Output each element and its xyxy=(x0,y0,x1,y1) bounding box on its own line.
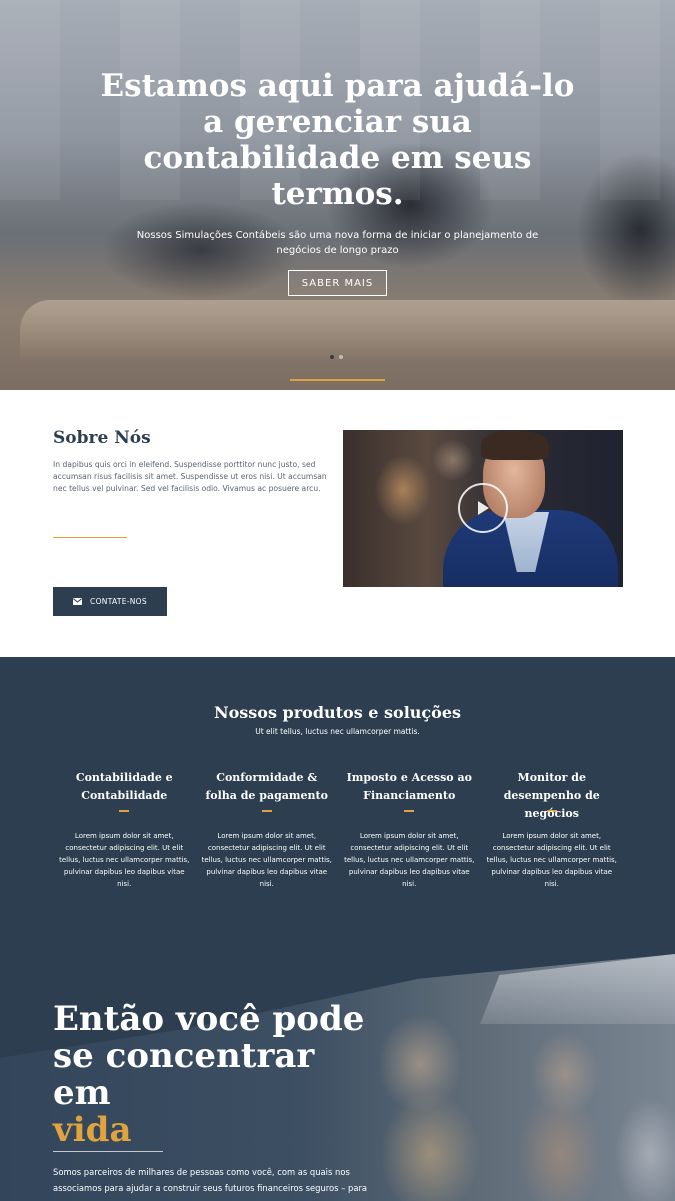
contact-us-label: CONTATE-NOS xyxy=(90,597,147,606)
product-card: Monitor de desempenho de negócios Lorem … xyxy=(481,769,624,890)
video-person-hair xyxy=(481,430,549,460)
product-title: Contabilidade e Contabilidade xyxy=(75,771,173,802)
product-accent-line xyxy=(119,810,130,812)
products-title: Nossos produtos e soluções xyxy=(213,703,462,722)
focus-title: Então você pode se concentrar em vida xyxy=(53,1001,383,1149)
hero-accent-line xyxy=(290,379,385,381)
focus-section: Então você pode se concentrar em vida So… xyxy=(0,954,675,1201)
product-text: Lorem ipsum dolor sit amet, consectetur … xyxy=(344,831,475,888)
product-accent-line xyxy=(404,810,415,812)
product-card: Imposto e Acesso ao Financiamento Lorem … xyxy=(338,769,481,890)
about-video[interactable] xyxy=(343,430,623,587)
hero-title: Estamos aqui para ajudá-lo a gerenciar s… xyxy=(100,68,575,212)
focus-text: Somos parceiros de milhares de pessoas c… xyxy=(53,1167,368,1193)
focus-divider xyxy=(53,1151,163,1152)
focus-title-main: Então você pode se concentrar em xyxy=(53,999,365,1113)
product-accent-line xyxy=(261,810,272,812)
slider-dots xyxy=(330,355,343,359)
about-section: Sobre Nós In dapibus quis orci in eleife… xyxy=(0,390,675,657)
hero-subtitle: Nossos Simulações Contábeis são uma nova… xyxy=(136,230,539,256)
product-title: Monitor de desempenho de negócios xyxy=(503,771,600,820)
mail-icon xyxy=(73,598,83,605)
about-title: Sobre Nós xyxy=(53,428,151,448)
product-text: Lorem ipsum dolor sit amet, consectetur … xyxy=(59,831,190,888)
product-text: Lorem ipsum dolor sit amet, consectetur … xyxy=(486,831,617,888)
slider-dot-1[interactable] xyxy=(330,355,334,359)
product-text: Lorem ipsum dolor sit amet, consectetur … xyxy=(201,831,332,888)
products-subtitle: Ut elit tellus, luctus nec ullamcorper m… xyxy=(255,727,420,736)
focus-title-accent: vida xyxy=(53,1110,132,1150)
play-icon[interactable] xyxy=(458,483,508,533)
about-accent-line xyxy=(53,537,127,538)
slider-dot-2[interactable] xyxy=(339,355,343,359)
product-title: Imposto e Acesso ao Financiamento xyxy=(346,771,472,802)
product-card: Contabilidade e Contabilidade Lorem ipsu… xyxy=(53,769,196,890)
hero-background-table xyxy=(20,300,675,360)
products-section: Nossos produtos e soluções Ut elit tellu… xyxy=(0,657,675,954)
about-text: In dapibus quis orci in eleifend. Suspen… xyxy=(53,460,327,493)
hero-section: Estamos aqui para ajudá-lo a gerenciar s… xyxy=(0,0,675,390)
contact-us-button[interactable]: CONTATE-NOS xyxy=(53,587,167,616)
products-grid: Contabilidade e Contabilidade Lorem ipsu… xyxy=(53,769,623,890)
product-title: Conformidade & folha de pagamento xyxy=(205,771,328,802)
product-card: Conformidade & folha de pagamento Lorem … xyxy=(196,769,339,890)
learn-more-button[interactable]: SABER MAIS xyxy=(288,270,387,296)
